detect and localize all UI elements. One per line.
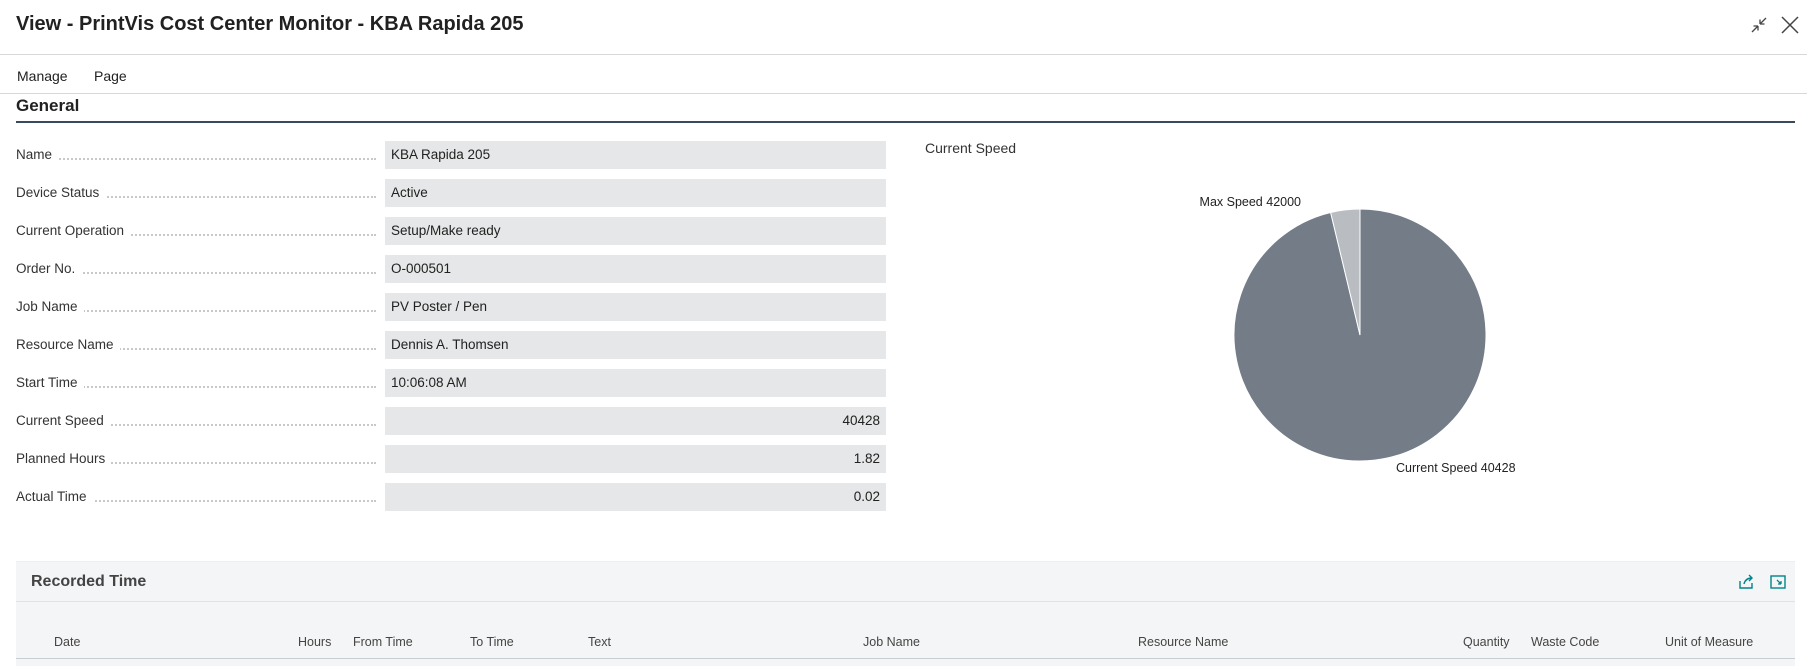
column-header-hours[interactable]: Hours — [298, 635, 331, 649]
field-start-time: Start Time 10:06:08 AM — [16, 369, 886, 397]
close-icon[interactable] — [1779, 14, 1801, 36]
share-icon[interactable] — [1736, 572, 1756, 592]
speed-pie-chart: Current Speed 40428 Max Speed 42000 — [1200, 195, 1516, 475]
field-leader — [16, 158, 376, 160]
field-job-name: Job Name PV Poster / Pen — [16, 293, 886, 321]
field-label: Current Speed — [16, 407, 110, 435]
pie-slice-label: Max Speed 42000 — [1200, 195, 1302, 209]
section-divider — [16, 121, 1795, 123]
field-label: Device Status — [16, 179, 106, 207]
field-label: Resource Name — [16, 331, 120, 359]
part-divider — [16, 601, 1795, 602]
window-titlebar: View - PrintVis Cost Center Monitor - KB… — [0, 0, 1807, 55]
page-menu[interactable]: Page — [94, 68, 127, 84]
column-header-date[interactable]: Date — [54, 635, 80, 649]
field-label: Current Operation — [16, 217, 131, 245]
field-value[interactable]: Setup/Make ready — [385, 217, 886, 245]
field-value[interactable]: PV Poster / Pen — [385, 293, 886, 321]
expand-icon[interactable] — [1768, 572, 1788, 592]
field-label: Start Time — [16, 369, 84, 397]
field-label: Name — [16, 141, 59, 169]
grid-header-line — [16, 658, 1795, 659]
column-header-job-name[interactable]: Job Name — [863, 635, 920, 649]
field-value[interactable]: O-000501 — [385, 255, 886, 283]
field-current-operation: Current Operation Setup/Make ready — [16, 217, 886, 245]
column-header-unit-of-measure[interactable]: Unit of Measure — [1665, 635, 1753, 649]
column-header-quantity[interactable]: Quantity — [1463, 635, 1510, 649]
recorded-time-part: Recorded Time Date Hours From Time To Ti… — [16, 561, 1795, 666]
chart-caption: Current Speed — [925, 140, 1017, 156]
column-header-from-time[interactable]: From Time — [353, 635, 413, 649]
column-header-waste-code[interactable]: Waste Code — [1531, 635, 1599, 649]
field-name: Name KBA Rapida 205 — [16, 141, 886, 169]
field-label: Order No. — [16, 255, 82, 283]
field-label: Actual Time — [16, 483, 93, 511]
field-value[interactable]: KBA Rapida 205 — [385, 141, 886, 169]
column-header-text[interactable]: Text — [588, 635, 611, 649]
field-current-speed: Current Speed 40428 — [16, 407, 886, 435]
field-device-status: Device Status Active — [16, 179, 886, 207]
field-value[interactable]: 0.02 — [385, 483, 886, 511]
field-actual-time: Actual Time 0.02 — [16, 483, 886, 511]
general-section-title[interactable]: General — [16, 96, 79, 116]
column-header-resource-name[interactable]: Resource Name — [1138, 635, 1228, 649]
pie-slice-label: Current Speed 40428 — [1396, 461, 1516, 475]
field-planned-hours: Planned Hours 1.82 — [16, 445, 886, 473]
field-value[interactable]: 1.82 — [385, 445, 886, 473]
field-value[interactable]: Dennis A. Thomsen — [385, 331, 886, 359]
collapse-icon[interactable] — [1748, 14, 1770, 36]
field-label: Planned Hours — [16, 445, 112, 473]
recorded-time-title[interactable]: Recorded Time — [31, 573, 146, 591]
manage-menu[interactable]: Manage — [17, 68, 68, 84]
field-value[interactable]: 10:06:08 AM — [385, 369, 886, 397]
action-bar: Manage Page — [0, 56, 1807, 94]
field-resource-name: Resource Name Dennis A. Thomsen — [16, 331, 886, 359]
page-title: View - PrintVis Cost Center Monitor - KB… — [16, 13, 524, 35]
field-value[interactable]: 40428 — [385, 407, 886, 435]
field-label: Job Name — [16, 293, 84, 321]
column-header-to-time[interactable]: To Time — [470, 635, 514, 649]
field-order-no: Order No. O-000501 — [16, 255, 886, 283]
field-value[interactable]: Active — [385, 179, 886, 207]
